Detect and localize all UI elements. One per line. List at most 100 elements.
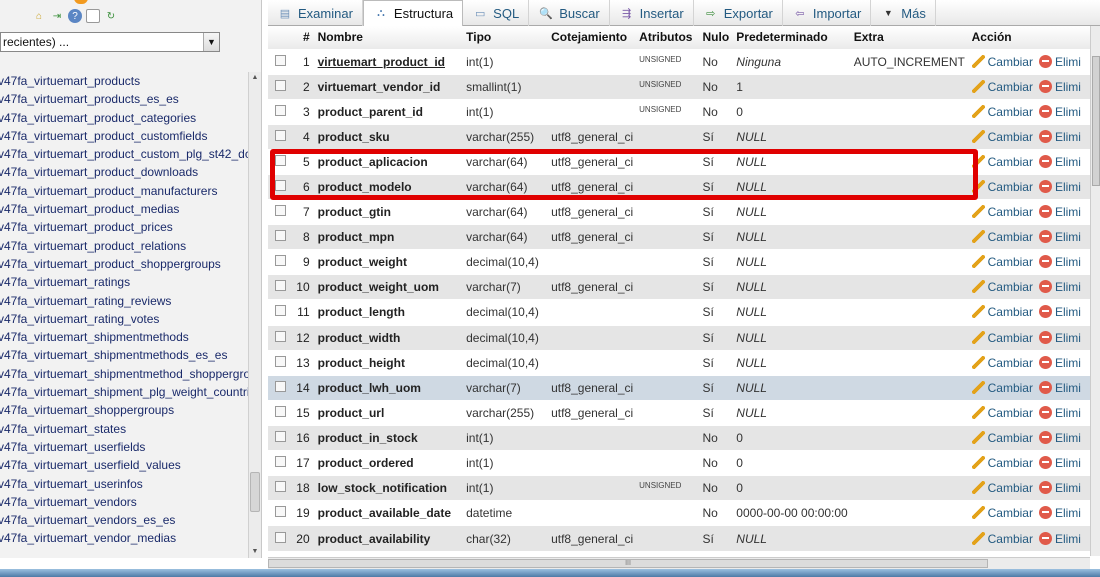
sql-query-icon[interactable]: ?: [68, 9, 82, 23]
table-list-item[interactable]: v47fa_virtuemart_shipmentmethod_shopperg…: [0, 365, 250, 383]
row-checkbox[interactable]: [274, 305, 286, 317]
edit-column-button[interactable]: Cambiar: [971, 305, 1033, 319]
table-list-item[interactable]: v47fa_virtuemart_product_manufacturers: [0, 182, 250, 200]
delete-column-button[interactable]: Elimi: [1038, 330, 1081, 345]
edit-column-button[interactable]: Cambiar: [971, 330, 1033, 345]
table-list-item[interactable]: v47fa_virtuemart_shipmentmethods: [0, 328, 250, 346]
edit-column-button[interactable]: Cambiar: [971, 280, 1033, 294]
main-vertical-scrollbar[interactable]: [1090, 26, 1100, 556]
scroll-down-icon[interactable]: ▼: [249, 546, 261, 558]
tab-ms[interactable]: ▼ Más: [871, 0, 936, 26]
delete-column-button[interactable]: Elimi: [1038, 79, 1081, 94]
table-list-item[interactable]: v47fa_virtuemart_product_medias: [0, 200, 250, 218]
table-list-item[interactable]: v47fa_virtuemart_products: [0, 72, 250, 90]
table-list-item[interactable]: v47fa_virtuemart_products_es_es: [0, 90, 250, 108]
table-list-item[interactable]: v47fa_virtuemart_shipment_plg_weight_cou…: [0, 383, 250, 401]
tab-insertar[interactable]: ⇶ Insertar: [610, 0, 694, 26]
tab-sql[interactable]: ▭ SQL: [463, 0, 530, 26]
home-icon[interactable]: ⌂: [32, 9, 46, 23]
tab-exportar[interactable]: ⇨ Exportar: [694, 0, 783, 26]
chevron-down-icon[interactable]: ▼: [203, 33, 219, 51]
header-attributes[interactable]: Atributos: [636, 26, 700, 49]
row-checkbox[interactable]: [274, 380, 286, 392]
row-checkbox[interactable]: [274, 104, 286, 116]
nav-scrollbar[interactable]: ▲ ▼: [248, 72, 261, 558]
delete-column-button[interactable]: Elimi: [1038, 355, 1081, 370]
table-list-item[interactable]: v47fa_virtuemart_product_customfields: [0, 127, 250, 145]
delete-column-button[interactable]: Elimi: [1038, 506, 1081, 520]
row-checkbox[interactable]: [274, 280, 286, 292]
delete-column-button[interactable]: Elimi: [1038, 481, 1081, 495]
table-list-item[interactable]: v47fa_virtuemart_product_shoppergroups: [0, 255, 250, 273]
row-checkbox[interactable]: [274, 129, 286, 141]
nav-scroll-thumb[interactable]: [250, 472, 260, 512]
row-checkbox[interactable]: [274, 154, 286, 166]
table-list-item[interactable]: v47fa_virtuemart_userfields: [0, 438, 250, 456]
edit-column-button[interactable]: Cambiar: [971, 255, 1033, 269]
delete-column-button[interactable]: Elimi: [1038, 154, 1081, 169]
row-checkbox[interactable]: [274, 506, 286, 518]
table-list-item[interactable]: v47fa_virtuemart_shoppergroups: [0, 401, 250, 419]
edit-column-button[interactable]: Cambiar: [971, 104, 1033, 119]
table-list-item[interactable]: v47fa_virtuemart_product_downloads: [0, 163, 250, 181]
edit-column-button[interactable]: Cambiar: [971, 180, 1033, 194]
delete-column-button[interactable]: Elimi: [1038, 456, 1081, 470]
edit-column-button[interactable]: Cambiar: [971, 405, 1033, 420]
delete-column-button[interactable]: Elimi: [1038, 54, 1081, 69]
edit-column-button[interactable]: Cambiar: [971, 129, 1033, 144]
table-list-item[interactable]: v47fa_virtuemart_product_prices: [0, 218, 250, 236]
horizontal-scroll-thumb[interactable]: III: [268, 559, 988, 568]
edit-column-button[interactable]: Cambiar: [971, 355, 1033, 370]
delete-column-button[interactable]: Elimi: [1038, 430, 1081, 445]
table-list-item[interactable]: v47fa_virtuemart_product_custom_plg_st42…: [0, 145, 250, 163]
row-checkbox[interactable]: [274, 180, 286, 192]
header-type[interactable]: Tipo: [463, 26, 549, 49]
edit-column-button[interactable]: Cambiar: [971, 481, 1033, 495]
table-list-item[interactable]: v47fa_virtuemart_vendor_medias: [0, 529, 250, 547]
reload-icon[interactable]: ↻: [104, 9, 118, 23]
row-checkbox[interactable]: [274, 330, 286, 342]
row-checkbox[interactable]: [274, 405, 286, 417]
recent-tables-select[interactable]: recientes) ... ▼: [0, 32, 220, 52]
row-checkbox[interactable]: [274, 481, 286, 493]
edit-column-button[interactable]: Cambiar: [971, 380, 1033, 395]
table-list-item[interactable]: v47fa_virtuemart_vendors_es_es: [0, 511, 250, 529]
delete-column-button[interactable]: Elimi: [1038, 205, 1081, 219]
row-checkbox[interactable]: [274, 255, 286, 267]
row-checkbox[interactable]: [274, 230, 286, 242]
edit-column-button[interactable]: Cambiar: [971, 456, 1033, 470]
table-list-item[interactable]: v47fa_virtuemart_userinfos: [0, 475, 250, 493]
tab-examinar[interactable]: ▤ Examinar: [268, 0, 363, 26]
edit-column-button[interactable]: Cambiar: [971, 506, 1033, 520]
edit-column-button[interactable]: Cambiar: [971, 79, 1033, 94]
delete-column-button[interactable]: Elimi: [1038, 380, 1081, 395]
table-list-item[interactable]: v47fa_virtuemart_rating_reviews: [0, 292, 250, 310]
delete-column-button[interactable]: Elimi: [1038, 280, 1081, 294]
delete-column-button[interactable]: Elimi: [1038, 305, 1081, 319]
table-list-item[interactable]: v47fa_virtuemart_product_relations: [0, 237, 250, 255]
header-extra[interactable]: Extra: [850, 26, 969, 49]
header-default[interactable]: Predeterminado: [733, 26, 851, 49]
table-list-item[interactable]: v47fa_virtuemart_ratings: [0, 273, 250, 291]
delete-column-button[interactable]: Elimi: [1038, 531, 1081, 546]
edit-column-button[interactable]: Cambiar: [971, 205, 1033, 219]
row-checkbox[interactable]: [274, 54, 286, 66]
tab-importar[interactable]: ⇦ Importar: [783, 0, 872, 26]
table-list-item[interactable]: v47fa_virtuemart_vendors: [0, 493, 250, 511]
main-horizontal-scrollbar[interactable]: III: [268, 557, 1090, 569]
table-list-item[interactable]: v47fa_virtuemart_userfield_values: [0, 456, 250, 474]
edit-column-button[interactable]: Cambiar: [971, 54, 1033, 69]
delete-column-button[interactable]: Elimi: [1038, 255, 1081, 269]
edit-column-button[interactable]: Cambiar: [971, 154, 1033, 169]
edit-column-button[interactable]: Cambiar: [971, 430, 1033, 445]
row-checkbox[interactable]: [274, 430, 286, 442]
row-checkbox[interactable]: [274, 456, 286, 468]
main-scroll-thumb[interactable]: [1092, 56, 1100, 186]
edit-column-button[interactable]: Cambiar: [971, 531, 1033, 546]
row-checkbox[interactable]: [274, 79, 286, 91]
table-list-item[interactable]: v47fa_virtuemart_rating_votes: [0, 310, 250, 328]
table-list-item[interactable]: v47fa_virtuemart_shipmentmethods_es_es: [0, 346, 250, 364]
delete-column-button[interactable]: Elimi: [1038, 180, 1081, 194]
header-null[interactable]: Nulo: [699, 26, 734, 49]
table-list-item[interactable]: v47fa_virtuemart_product_categories: [0, 109, 250, 127]
